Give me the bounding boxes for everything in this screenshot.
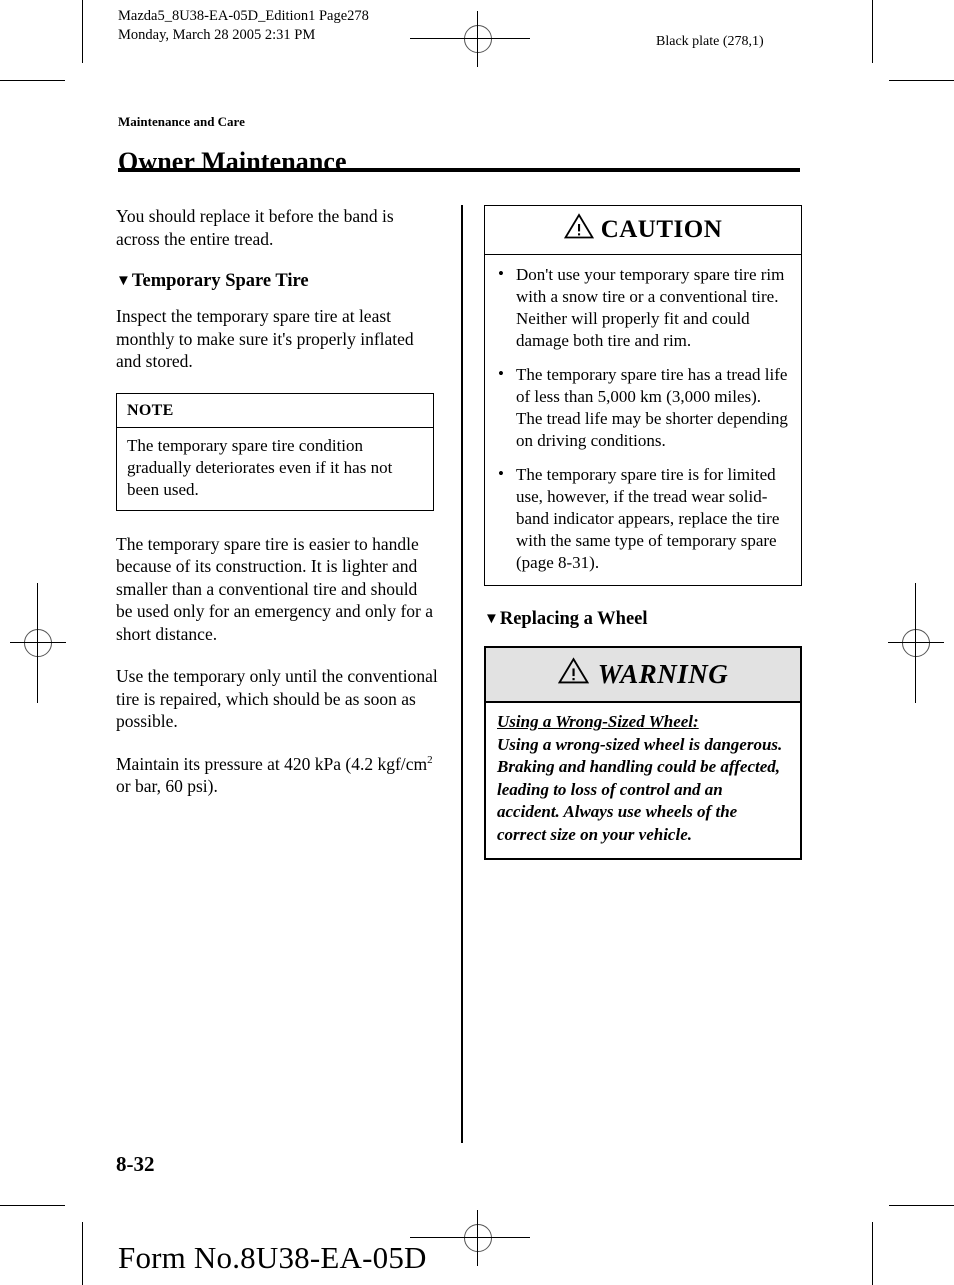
print-job-info: Mazda5_8U38-EA-05D_Edition1 Page278 Mond… xyxy=(118,8,369,43)
registration-horizontal xyxy=(410,38,530,39)
registration-mark-bottom-center xyxy=(410,1210,530,1266)
list-item: • The temporary spare tire has a tread l… xyxy=(495,364,791,452)
form-number: Form No.8U38-EA-05D xyxy=(118,1240,427,1275)
bullet-icon: • xyxy=(498,264,504,283)
caution-heading: CAUTION xyxy=(485,206,801,255)
subheading-replacing-a-wheel: ▼Replacing a Wheel xyxy=(484,608,806,631)
warning-body: Using a Wrong-Sized Wheel: Using a wrong-… xyxy=(486,703,800,858)
note-box: NOTE The temporary spare tire condition … xyxy=(116,392,434,511)
triangle-bullet-icon: ▼ xyxy=(116,273,131,289)
registration-horizontal xyxy=(410,1237,530,1238)
page-number: 8-32 xyxy=(116,1152,155,1176)
warning-box: WARNING Using a Wrong-Sized Wheel: Using … xyxy=(484,646,802,860)
caution-list: • Don't use your temporary spare tire ri… xyxy=(485,255,801,585)
paragraph-pressure: Maintain its pressure at 420 kPa (4.2 kg… xyxy=(116,753,438,798)
bullet-icon: • xyxy=(498,464,504,483)
left-column: You should replace it before the band is… xyxy=(116,205,438,818)
black-plate-label: Black plate (278,1) xyxy=(656,34,764,49)
warning-triangle-icon xyxy=(557,657,589,691)
crop-mark-bottom-right-vertical xyxy=(872,1222,873,1285)
triangle-bullet-icon: ▼ xyxy=(484,611,499,627)
paragraph-handle: The temporary spare tire is easier to ha… xyxy=(116,533,433,644)
registration-horizontal xyxy=(888,642,944,643)
list-item-text: Don't use your temporary spare tire rim … xyxy=(516,265,785,350)
pressure-text-b: cm xyxy=(405,753,428,774)
note-heading: NOTE xyxy=(117,394,433,428)
registration-ring xyxy=(24,629,52,657)
registration-vertical xyxy=(915,583,916,703)
crop-mark-top-right-vertical xyxy=(872,0,873,63)
column-divider xyxy=(461,205,463,1143)
chapter-kicker: Maintenance and Care xyxy=(118,114,245,129)
registration-mark-right-middle xyxy=(888,583,944,703)
list-item-text: The temporary spare tire is for limited … xyxy=(516,465,780,572)
list-item: • Don't use your temporary spare tire ri… xyxy=(495,264,791,352)
crop-mark-bottom-left-horizontal xyxy=(0,1205,65,1206)
subheading-temporary-spare-tire: ▼Temporary Spare Tire xyxy=(116,270,438,293)
title-rule xyxy=(118,168,800,172)
caution-box: CAUTION • Don't use your temporary spare… xyxy=(484,205,802,586)
page-title: Owner Maintenance xyxy=(118,147,347,177)
caution-heading-label: CAUTION xyxy=(600,215,723,243)
subheading-label: Replacing a Wheel xyxy=(499,609,648,629)
warning-heading-label: WARNING xyxy=(597,658,729,689)
registration-ring xyxy=(464,1224,492,1252)
note-body: The temporary spare tire condition gradu… xyxy=(127,435,393,499)
paragraph-use: Use the temporary only until the convent… xyxy=(116,666,438,731)
bullet-icon: • xyxy=(498,364,504,383)
right-column: CAUTION • Don't use your temporary spare… xyxy=(484,205,806,860)
pressure-text-a: Maintain its pressure at 420 kPa (4.2 kg… xyxy=(116,753,406,774)
registration-vertical xyxy=(37,583,38,703)
registration-ring xyxy=(902,629,930,657)
warning-text: Using a wrong-sized wheel is dangerous. … xyxy=(497,734,783,844)
warning-triangle-icon xyxy=(563,213,594,246)
registration-mark-left-middle xyxy=(10,583,66,703)
pressure-superscript: 2 xyxy=(427,753,433,766)
warning-lead: Using a Wrong-Sized Wheel: xyxy=(497,712,699,731)
warning-heading: WARNING xyxy=(486,648,800,703)
registration-vertical xyxy=(477,11,478,67)
paragraph-inspect: Inspect the temporary spare tire at leas… xyxy=(116,306,414,371)
registration-mark-top-center xyxy=(410,11,530,67)
list-item-text: The temporary spare tire has a tread lif… xyxy=(516,365,788,450)
registration-vertical xyxy=(477,1210,478,1266)
registration-ring xyxy=(464,25,492,53)
crop-mark-top-right-horizontal xyxy=(889,80,954,81)
pressure-text-c: or bar, 60 psi). xyxy=(116,776,218,796)
list-item: • The temporary spare tire is for limite… xyxy=(495,464,791,574)
crop-mark-bottom-right-horizontal xyxy=(889,1205,954,1206)
crop-mark-bottom-left-vertical xyxy=(82,1222,83,1285)
subheading-label: Temporary Spare Tire xyxy=(131,271,309,291)
intro-paragraph: You should replace it before the band is… xyxy=(116,206,394,249)
crop-mark-top-left-horizontal xyxy=(0,80,65,81)
crop-mark-top-left-vertical xyxy=(82,0,83,63)
registration-horizontal xyxy=(10,642,66,643)
